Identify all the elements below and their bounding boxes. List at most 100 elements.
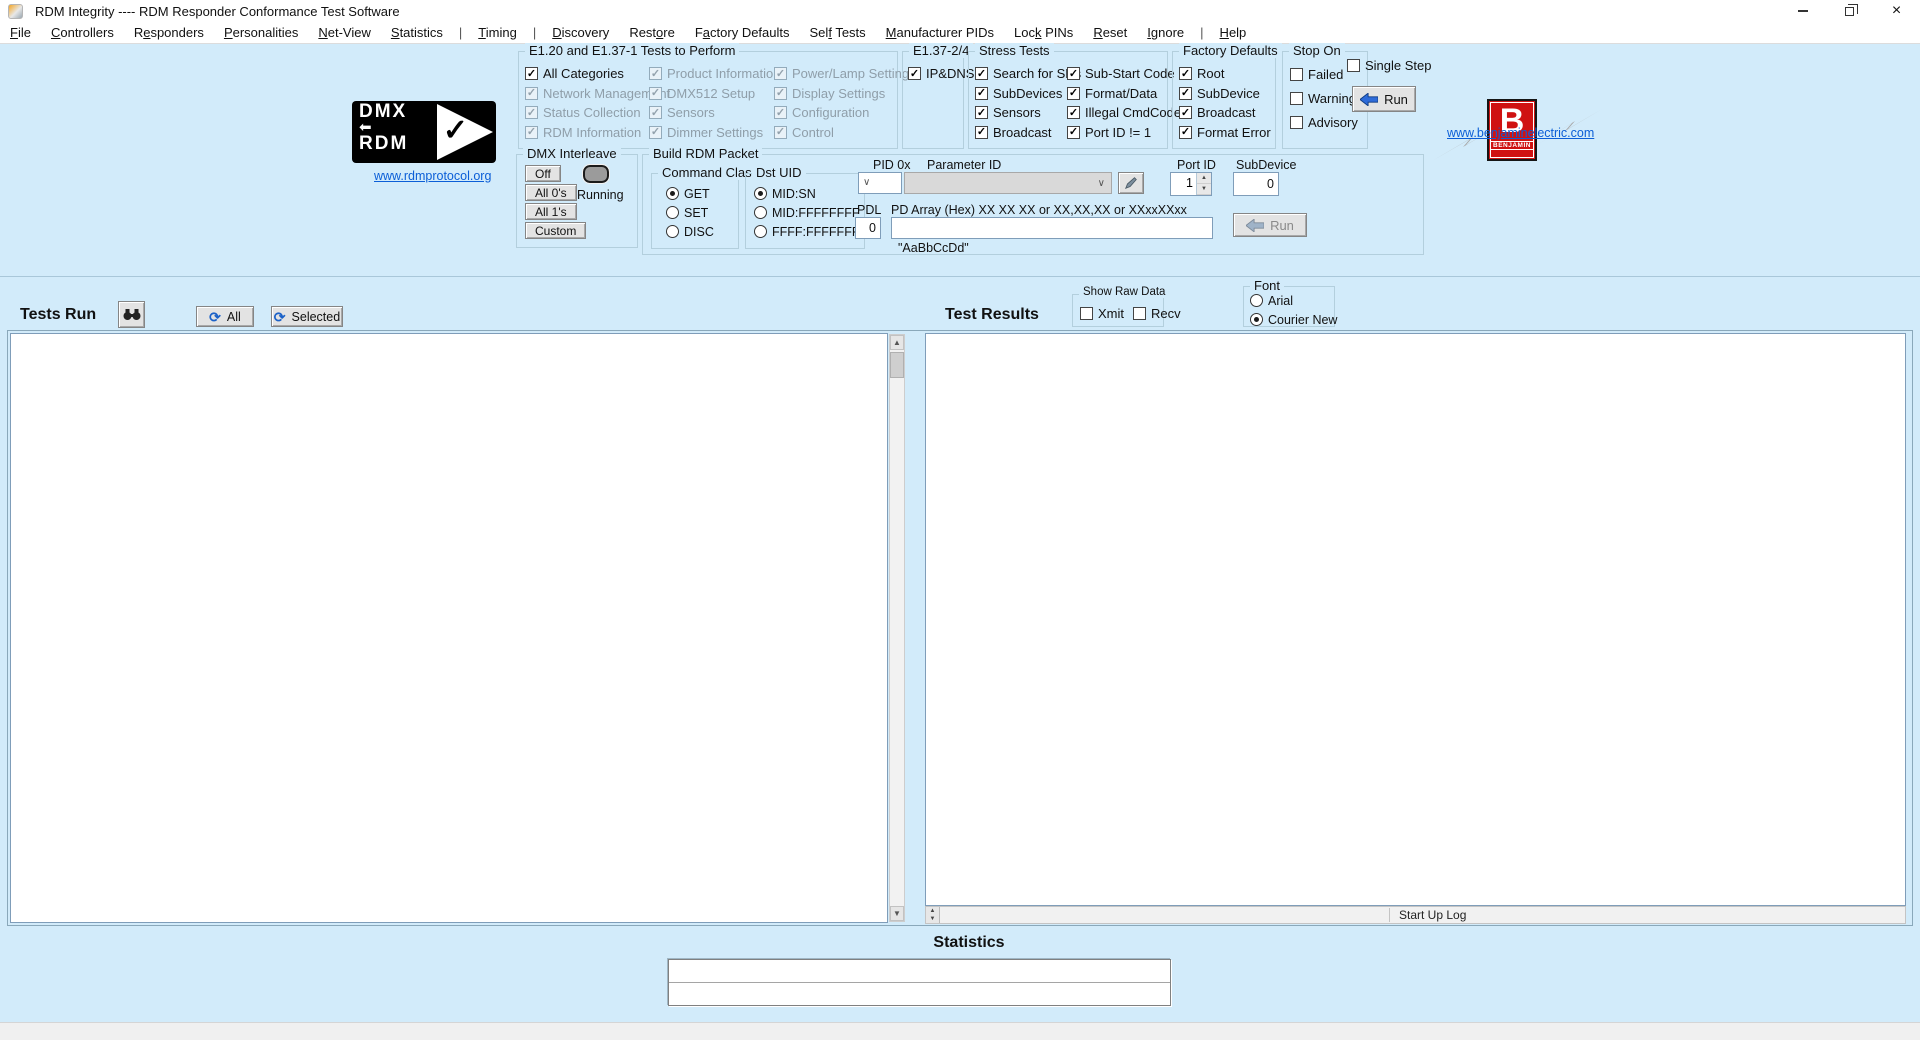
all-0-s-button[interactable]: All 0's	[525, 184, 577, 201]
menu-item-discovery[interactable]: Discovery	[542, 22, 619, 44]
checkbox-sensors[interactable]: Sensors	[975, 103, 1081, 123]
pd-array-field[interactable]	[891, 217, 1213, 239]
radio-arial[interactable]: Arial	[1250, 291, 1337, 310]
radio-dot[interactable]	[1250, 313, 1263, 326]
scroll-down-button[interactable]: ▼	[890, 906, 904, 921]
custom-button[interactable]: Custom	[525, 222, 586, 239]
checkbox-box[interactable]	[975, 106, 988, 119]
checkbox-root[interactable]: Root	[1179, 64, 1271, 84]
checkbox-box[interactable]	[1179, 106, 1192, 119]
checkbox-box[interactable]	[1067, 126, 1080, 139]
checkbox-sub-start-code[interactable]: Sub-Start Code	[1067, 64, 1181, 84]
log-spinner[interactable]: ▲▼	[926, 907, 940, 923]
checkbox-box[interactable]	[1179, 87, 1192, 100]
rdmprotocol-link[interactable]: www.rdmprotocol.org	[374, 169, 491, 183]
radio-mid-ffffffff[interactable]: MID:FFFFFFFF	[754, 203, 867, 222]
radio-get[interactable]: GET	[666, 184, 714, 203]
subdevice-field[interactable]: 0	[1233, 172, 1279, 196]
benjaminelectric-link[interactable]: www.benjaminelectric.com	[1447, 126, 1594, 140]
menu-item-restore[interactable]: Restore	[619, 22, 685, 44]
port-id-down-button[interactable]: ▼	[1197, 184, 1211, 195]
menu-item-statistics[interactable]: Statistics	[381, 22, 453, 44]
checkbox-recv[interactable]: Recv	[1133, 304, 1181, 324]
radio-dot[interactable]	[1250, 294, 1263, 307]
minimize-button[interactable]	[1779, 0, 1826, 22]
menu-item-help[interactable]: Help	[1210, 22, 1257, 44]
menu-item-net-view[interactable]: Net-View	[308, 22, 381, 44]
checkbox-box[interactable]	[1179, 67, 1192, 80]
tests-scrollbar[interactable]: ▲ ▼	[889, 334, 905, 922]
pid-combobox[interactable]: ∨	[858, 172, 902, 194]
radio-dot[interactable]	[666, 206, 679, 219]
checkbox-box[interactable]	[975, 87, 988, 100]
checkbox-box[interactable]	[1067, 67, 1080, 80]
menu-item-factory-defaults[interactable]: Factory Defaults	[685, 22, 800, 44]
checkbox-box[interactable]	[1080, 307, 1093, 320]
checkbox-xmit[interactable]: Xmit	[1080, 304, 1124, 324]
find-button[interactable]	[118, 301, 145, 328]
all-1-s-button[interactable]: All 1's	[525, 203, 577, 220]
radio-dot[interactable]	[754, 187, 767, 200]
radio-courier-new[interactable]: Courier New	[1250, 310, 1337, 329]
radio-dot[interactable]	[754, 206, 767, 219]
menu-item-reset[interactable]: Reset	[1083, 22, 1137, 44]
scroll-up-button[interactable]: ▲	[890, 335, 904, 350]
maximize-button[interactable]	[1826, 0, 1873, 22]
checkbox-box[interactable]	[1347, 59, 1360, 72]
run-button[interactable]: Run	[1352, 86, 1416, 112]
menu-item-personalities[interactable]: Personalities	[214, 22, 308, 44]
menu-item-lock-pins[interactable]: Lock PINs	[1004, 22, 1083, 44]
menu-item-self-tests[interactable]: Self Tests	[800, 22, 876, 44]
checkbox-box[interactable]	[1067, 87, 1080, 100]
radio-dot[interactable]	[666, 187, 679, 200]
checkbox-advisory[interactable]: Advisory	[1290, 110, 1358, 134]
checkbox-box[interactable]	[975, 126, 988, 139]
rerun-all-button[interactable]: ⟳ All	[196, 306, 254, 327]
radio-mid-sn[interactable]: MID:SN	[754, 184, 867, 203]
checkbox-box[interactable]	[1290, 68, 1303, 81]
checkbox-box[interactable]	[975, 67, 988, 80]
radio-ffff-ffffffff[interactable]: FFFF:FFFFFFFF	[754, 222, 867, 241]
checkbox-broadcast[interactable]: Broadcast	[1179, 103, 1271, 123]
checkbox-subdevices[interactable]: SubDevices	[975, 84, 1081, 104]
checkbox-box[interactable]	[1179, 126, 1192, 139]
checkbox-box[interactable]	[1290, 116, 1303, 129]
pdl-field[interactable]: 0	[855, 217, 881, 239]
checkbox-warning[interactable]: Warning	[1290, 86, 1358, 110]
menu-item-file[interactable]: File	[0, 22, 41, 44]
packet-run-button[interactable]: Run	[1233, 213, 1307, 237]
checkbox-ip-dns[interactable]: IP&DNS	[908, 64, 974, 84]
checkbox-port-id-1[interactable]: Port ID != 1	[1067, 123, 1181, 143]
checkbox-subdevice[interactable]: SubDevice	[1179, 84, 1271, 104]
tests-run-list[interactable]	[10, 333, 888, 923]
close-button[interactable]: ×	[1873, 0, 1920, 22]
menu-item-responders[interactable]: Responders	[124, 22, 214, 44]
radio-dot[interactable]	[666, 225, 679, 238]
radio-dot[interactable]	[754, 225, 767, 238]
menu-item-controllers[interactable]: Controllers	[41, 22, 124, 44]
checkbox-format-error[interactable]: Format Error	[1179, 123, 1271, 143]
radio-set[interactable]: SET	[666, 203, 714, 222]
scroll-thumb[interactable]	[890, 352, 904, 378]
off-button[interactable]: Off	[525, 165, 561, 182]
checkbox-box[interactable]	[1290, 92, 1303, 105]
menu-item-ignore[interactable]: Ignore	[1137, 22, 1194, 44]
menu-item-manufacturer-pids[interactable]: Manufacturer PIDs	[876, 22, 1004, 44]
checkbox-box[interactable]	[525, 67, 538, 80]
test-results-pane[interactable]	[925, 333, 1906, 906]
menu-item-timing[interactable]: Timing	[468, 22, 527, 44]
checkbox-format-data[interactable]: Format/Data	[1067, 84, 1181, 104]
rerun-selected-button[interactable]: ⟳ Selected	[271, 306, 343, 327]
port-id-up-button[interactable]: ▲	[1197, 173, 1211, 184]
checkbox-single-step[interactable]: Single Step	[1347, 56, 1432, 76]
checkbox-broadcast[interactable]: Broadcast	[975, 123, 1081, 143]
radio-disc[interactable]: DISC	[666, 222, 714, 241]
checkbox-search-for-sds[interactable]: Search for SDs	[975, 64, 1081, 84]
parameter-picker-button[interactable]	[1118, 172, 1144, 194]
checkbox-illegal-cmdcode[interactable]: Illegal CmdCode	[1067, 103, 1181, 123]
checkbox-box[interactable]	[908, 67, 921, 80]
parameter-id-dropdown[interactable]: ∨	[904, 172, 1112, 194]
checkbox-box[interactable]	[1133, 307, 1146, 320]
checkbox-box[interactable]	[1067, 106, 1080, 119]
port-id-stepper[interactable]: 1 ▲ ▼	[1170, 172, 1212, 196]
